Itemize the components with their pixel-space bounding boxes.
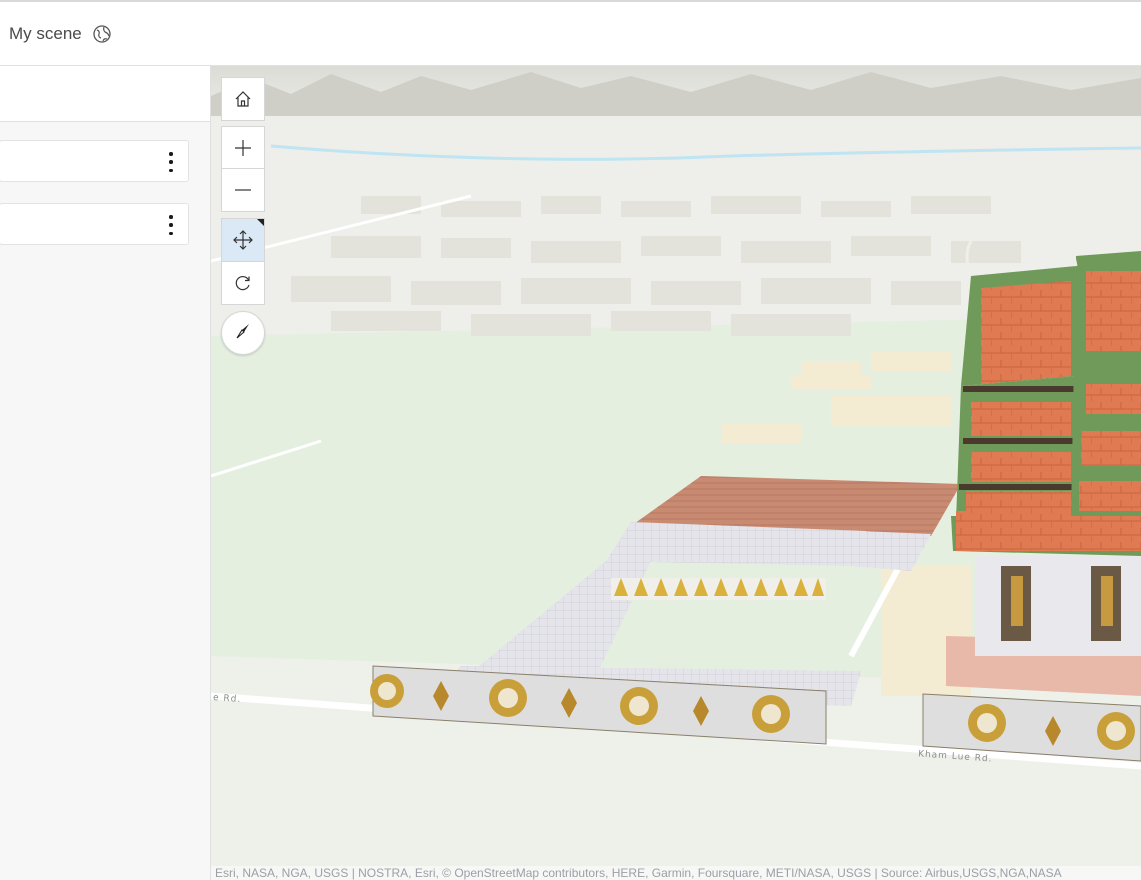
- top-bar: My scene: [0, 0, 1141, 66]
- home-icon: [234, 90, 252, 108]
- zoom-in-button[interactable]: [221, 126, 265, 169]
- rotate-icon: [234, 274, 252, 292]
- map-canvas: [211, 66, 1141, 880]
- road-label: e Rd.: [212, 693, 242, 705]
- scene-title-text: My scene: [9, 24, 82, 43]
- minus-icon: [234, 181, 252, 199]
- globe-icon[interactable]: [92, 24, 112, 44]
- home-button[interactable]: [221, 77, 265, 121]
- compass-button[interactable]: [221, 311, 265, 355]
- layers-panel-header: [0, 66, 210, 122]
- pan-tool-button[interactable]: [221, 218, 265, 262]
- scene-view[interactable]: Kham Lue Rd. e Rd.: [211, 66, 1141, 880]
- zoom-out-button[interactable]: [221, 168, 265, 212]
- compass-icon: [233, 321, 253, 346]
- plus-icon: [234, 139, 252, 157]
- move-icon: [233, 230, 253, 250]
- scene-title: My scene: [9, 24, 112, 44]
- map-attribution[interactable]: Esri, NASA, NGA, USGS | NOSTRA, Esri, © …: [211, 866, 1141, 880]
- more-vertical-icon[interactable]: [168, 152, 174, 172]
- more-vertical-icon[interactable]: [168, 215, 174, 235]
- tool-corner-indicator: [257, 219, 264, 226]
- layer-item[interactable]: [0, 140, 189, 182]
- layer-item[interactable]: [0, 203, 189, 245]
- rotate-tool-button[interactable]: [221, 261, 265, 305]
- layers-panel: [0, 66, 211, 880]
